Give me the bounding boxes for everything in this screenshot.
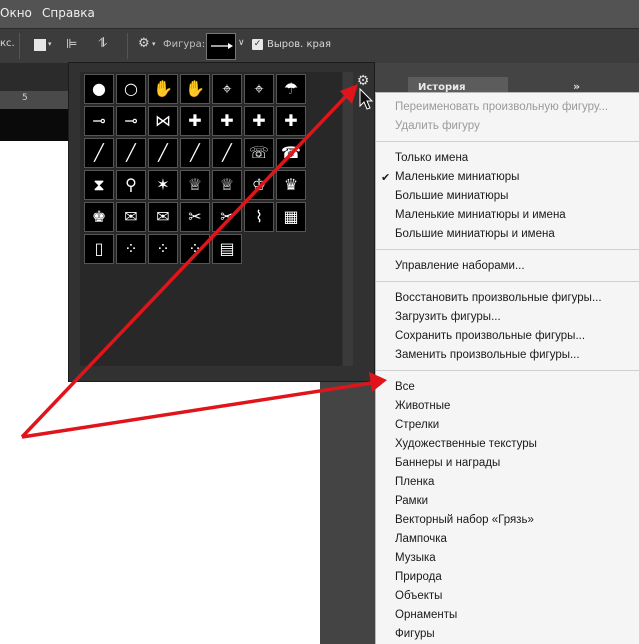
shape-pencil-5-icon[interactable]: ╱: [212, 138, 242, 168]
menu-item[interactable]: Пленка: [395, 473, 434, 492]
shape-pencil-3-icon[interactable]: ╱: [148, 138, 178, 168]
menu-help[interactable]: Справка: [42, 6, 95, 20]
shape-sheriff-star-icon[interactable]: ✶: [148, 170, 178, 200]
shape-grunge-1-icon[interactable]: ⁘: [116, 234, 146, 264]
divider: [19, 33, 20, 59]
menu-item[interactable]: Восстановить произвольные фигуры...: [395, 289, 602, 308]
shape-puzzle-2-icon[interactable]: ✚: [212, 106, 242, 136]
menu-separator: [376, 370, 639, 371]
shape-envelope-filled-icon[interactable]: ✉: [116, 202, 146, 232]
menu-bar: Окно Справка: [0, 0, 639, 28]
menu-item[interactable]: Все: [395, 378, 415, 397]
menu-item[interactable]: Маленькие миниатюры: [395, 168, 519, 187]
shape-key-filled-icon[interactable]: ⊸: [116, 106, 146, 136]
align-icon[interactable]: ⊫: [66, 37, 77, 52]
menu-item[interactable]: Заменить произвольные фигуры...: [395, 346, 580, 365]
checkbox-checked-icon[interactable]: ✓: [252, 39, 263, 50]
shape-scissors-2-icon[interactable]: ✂: [212, 202, 242, 232]
document-tab-bar: [0, 63, 70, 91]
shape-puzzle-4-icon[interactable]: ✚: [276, 106, 306, 136]
shape-crown-4-icon[interactable]: ♛: [276, 170, 306, 200]
menu-item[interactable]: Объекты: [395, 587, 442, 606]
menu-separator: [376, 281, 639, 282]
menu-item[interactable]: Природа: [395, 568, 442, 587]
shape-grid: ● ○ ✋ ✋ ⌖ ⌖ ☂ ⊸ ⊸ ⋈ ✚ ✚ ✚ ✚ ╱ ╱ ╱ ╱ ╱ ☏ ☎ ⧗ ⚲ ✶ ♕ ♕ ♔ ♛ ♚ ✉ ✉ ✂ ✂ ⌇ ▦ ▯ ⁘ ⁘ ⁘ ▤: [80, 72, 342, 366]
menu-item[interactable]: Управление наборами...: [395, 257, 525, 276]
shape-puzzle-3-icon[interactable]: ✚: [244, 106, 274, 136]
menu-item[interactable]: Большие миниатюры: [395, 187, 508, 206]
shape-bulb-filled-icon[interactable]: ●: [84, 74, 114, 104]
shape-preview-button[interactable]: [206, 33, 236, 60]
chevron-down-icon[interactable]: ▾: [152, 40, 156, 48]
ruler-mark: 5: [22, 93, 28, 103]
shape-grunge-2-icon[interactable]: ⁘: [148, 234, 178, 264]
shape-picker-context-menu: Переименовать произвольную фигуру... Удал…: [375, 92, 639, 644]
shape-hourglass-icon[interactable]: ⧗: [84, 170, 114, 200]
menu-item[interactable]: Маленькие миниатюры и имена: [395, 206, 566, 225]
menu-item[interactable]: Векторный набор «Грязь»: [395, 511, 534, 530]
scrollbar[interactable]: [343, 72, 353, 366]
shape-frame-icon[interactable]: ▯: [84, 234, 114, 264]
menu-separator: [376, 249, 639, 250]
shape-phone-outline-icon[interactable]: ☏: [244, 138, 274, 168]
shape-chess-king-icon[interactable]: ♚: [84, 202, 114, 232]
menu-item: Удалить фигуру: [395, 120, 480, 132]
shape-stamp-icon[interactable]: ▦: [276, 202, 306, 232]
shape-puzzle-1-icon[interactable]: ✚: [180, 106, 210, 136]
menu-item[interactable]: Только имена: [395, 149, 468, 168]
shape-hand-right-icon[interactable]: ✋: [180, 74, 210, 104]
shape-envelope-outline-icon[interactable]: ✉: [148, 202, 178, 232]
arrow-shape-icon: [211, 43, 233, 49]
shape-pencil-4-icon[interactable]: ╱: [180, 138, 210, 168]
chevron-down-icon[interactable]: ▾: [48, 40, 52, 48]
menu-window[interactable]: Окно: [0, 6, 32, 20]
checkmark-icon: ✔: [381, 172, 391, 184]
shape-crown-2-icon[interactable]: ♕: [212, 170, 242, 200]
menu-item[interactable]: Музыка: [395, 549, 436, 568]
divider: [127, 33, 128, 59]
menu-item[interactable]: Баннеры и награды: [395, 454, 500, 473]
menu-item[interactable]: Фигуры: [395, 625, 435, 644]
shape-foot-left-icon[interactable]: ⌖: [212, 74, 242, 104]
menu-item: Переименовать произвольную фигуру...: [395, 101, 609, 113]
shape-pushpin-icon[interactable]: ⚲: [116, 170, 146, 200]
menu-item[interactable]: Загрузить фигуры...: [395, 308, 501, 327]
menu-item[interactable]: Стрелки: [395, 416, 439, 435]
smooth-edges-label: Выров. края: [267, 39, 332, 50]
shape-crown-1-icon[interactable]: ♕: [180, 170, 210, 200]
shape-crown-3-icon[interactable]: ♔: [244, 170, 274, 200]
shape-paperclip-icon[interactable]: ⌇: [244, 202, 274, 232]
shape-key-outline-icon[interactable]: ⊸: [84, 106, 114, 136]
options-bar: кс. ▾ ⊫ ⥮ ⚙ ▾ Фигура: ∨ ✓ Выров. края: [0, 28, 639, 64]
canvas-pasteboard: [0, 109, 70, 141]
shape-label: Фигура:: [163, 39, 206, 50]
shape-flag-usa-icon[interactable]: ▤: [212, 234, 242, 264]
shape-bow-icon[interactable]: ⋈: [148, 106, 178, 136]
menu-item[interactable]: Сохранить произвольные фигуры...: [395, 327, 585, 346]
menu-item[interactable]: Животные: [395, 397, 450, 416]
menu-item[interactable]: Лампочка: [395, 530, 447, 549]
arrange-icon[interactable]: ⥮: [98, 36, 107, 51]
menu-item[interactable]: Рамки: [395, 492, 428, 511]
shape-scissors-1-icon[interactable]: ✂: [180, 202, 210, 232]
shape-foot-right-icon[interactable]: ⌖: [244, 74, 274, 104]
menu-separator: [376, 141, 639, 142]
fill-square-icon[interactable]: [34, 39, 46, 51]
shape-umbrella-icon[interactable]: ☂: [276, 74, 306, 104]
shape-bulb-outline-icon[interactable]: ○: [116, 74, 146, 104]
menu-item[interactable]: Большие миниатюры и имена: [395, 225, 555, 244]
menu-item[interactable]: Орнаменты: [395, 606, 457, 625]
prev-option-label: кс.: [0, 38, 15, 49]
settings-gear-icon[interactable]: ⚙: [138, 36, 150, 51]
chevron-down-icon[interactable]: ∨: [238, 38, 245, 48]
shape-pencil-1-icon[interactable]: ╱: [84, 138, 114, 168]
shape-grunge-3-icon[interactable]: ⁘: [180, 234, 210, 264]
ruler: 5: [0, 91, 70, 110]
shape-pencil-2-icon[interactable]: ╱: [116, 138, 146, 168]
menu-item[interactable]: Художественные текстуры: [395, 435, 537, 454]
shape-hand-left-icon[interactable]: ✋: [148, 74, 178, 104]
gear-icon[interactable]: ⚙: [355, 73, 371, 89]
shape-phone-filled-icon[interactable]: ☎: [276, 138, 306, 168]
